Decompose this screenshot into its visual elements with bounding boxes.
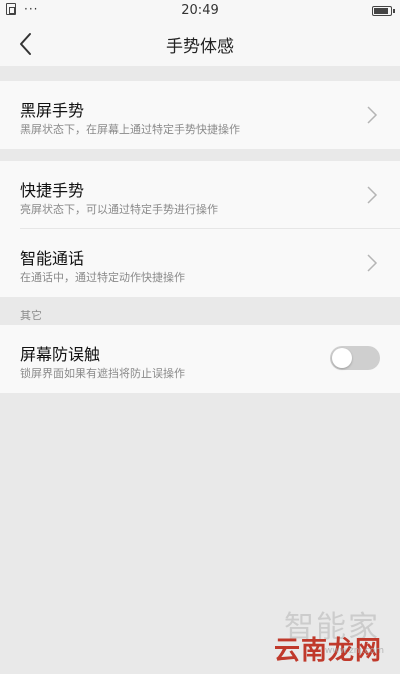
anti-mistouch-subtitle: 锁屏界面如果有遮挡将防止误操作 [20,367,185,380]
chevron-right-icon [367,186,378,204]
battery-icon [372,6,395,16]
smart-call-subtitle: 在通话中，通过特定动作快捷操作 [20,271,185,284]
black-screen-gesture-title: 黑屏手势 [20,101,85,120]
watermark: 智能家 云南龙网 www.znj.com [252,602,392,666]
chevron-right-icon [367,254,378,272]
back-button[interactable] [14,31,40,57]
gesture-group: 快捷手势 亮屏状态下，可以通过特定手势进行操作 智能通话 在通话中，通过特定动作… [0,161,400,297]
chevron-right-icon [367,106,378,124]
quick-gesture-subtitle: 亮屏状态下，可以通过特定手势进行操作 [20,203,218,216]
header: 手势体感 [0,22,400,66]
quick-gesture-title: 快捷手势 [20,181,85,200]
other-group: 屏幕防误触 锁屏界面如果有遮挡将防止误操作 [0,325,400,393]
status-bar: ··· 20:49 [0,0,400,22]
smart-call-title: 智能通话 [20,249,85,268]
anti-mistouch-item[interactable]: 屏幕防误触 锁屏界面如果有遮挡将防止误操作 [0,325,400,393]
smart-call-item[interactable]: 智能通话 在通话中，通过特定动作快捷操作 [0,229,400,297]
black-screen-gesture-item[interactable]: 黑屏手势 黑屏状态下，在屏幕上通过特定手势快捷操作 [0,81,400,149]
black-screen-group: 黑屏手势 黑屏状态下，在屏幕上通过特定手势快捷操作 [0,81,400,149]
toggle-knob [332,348,352,368]
anti-mistouch-toggle[interactable] [330,346,380,370]
quick-gesture-item[interactable]: 快捷手势 亮屏状态下，可以通过特定手势进行操作 [0,161,400,229]
anti-mistouch-title: 屏幕防误触 [20,345,101,364]
section-label-other: 其它 [20,309,42,322]
page-title: 手势体感 [166,36,234,57]
watermark-url: www.znj.com [324,646,384,656]
status-time: 20:49 [181,3,219,18]
black-screen-gesture-subtitle: 黑屏状态下，在屏幕上通过特定手势快捷操作 [20,123,240,136]
screen: ··· 20:49 手势体感 黑屏手势 黑屏状态下，在屏幕上通过特定手势快捷操作… [0,0,400,674]
